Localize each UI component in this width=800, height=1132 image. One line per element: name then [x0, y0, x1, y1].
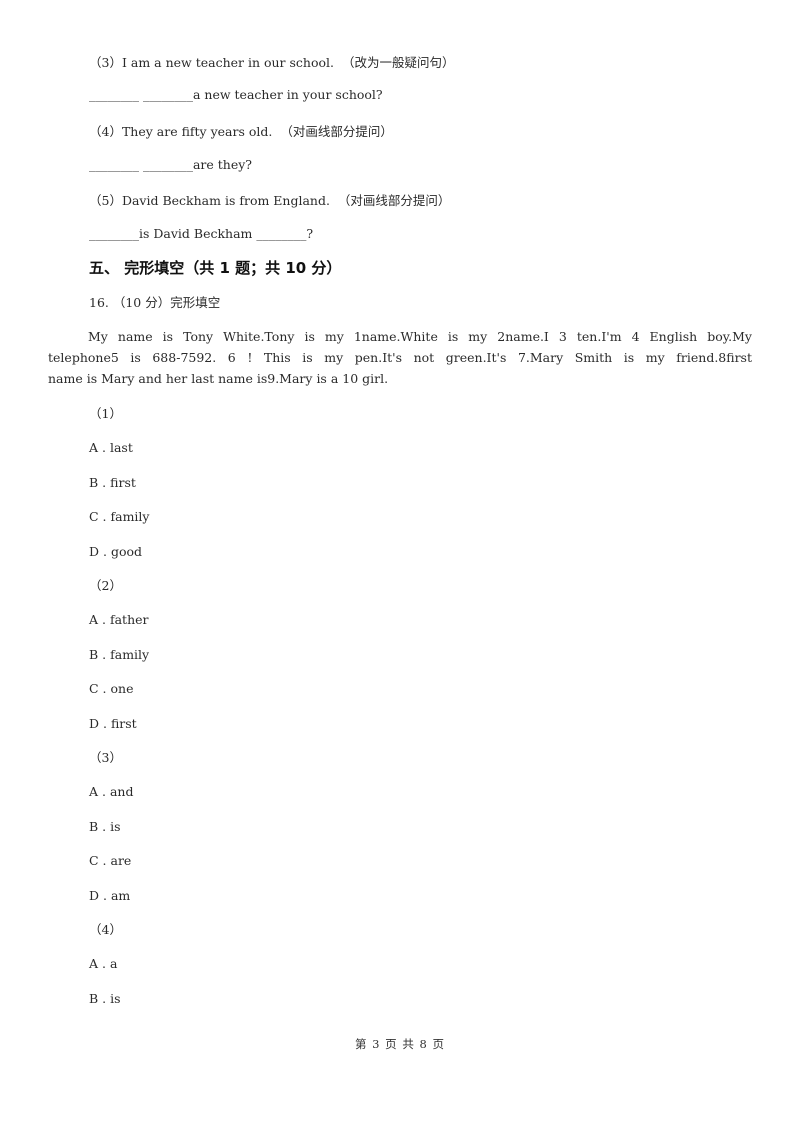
- option-letter: D .: [89, 716, 107, 731]
- option-letter: D .: [89, 888, 107, 903]
- option-text: first: [110, 475, 136, 490]
- rewrite-item-5-prompt: （5）David Beckham is from England. （对画线部分…: [89, 193, 451, 208]
- option-letter: A .: [89, 784, 106, 799]
- option-letter: A .: [89, 612, 106, 627]
- option-letter: B .: [89, 475, 107, 490]
- option-letter: A .: [89, 440, 106, 455]
- option-d[interactable]: D . am: [89, 888, 130, 903]
- option-b[interactable]: B . is: [89, 991, 121, 1006]
- subquestion-number: （3）: [89, 750, 122, 765]
- option-a[interactable]: A . father: [89, 612, 149, 627]
- option-letter: C .: [89, 509, 107, 524]
- option-text: father: [109, 612, 149, 627]
- option-letter: B .: [89, 647, 107, 662]
- rewrite-item-4-answer: ________ ________are they?: [89, 157, 253, 172]
- option-c[interactable]: C . one: [89, 681, 133, 696]
- option-text: a: [109, 956, 118, 971]
- option-text: one: [110, 681, 134, 696]
- option-text: is: [110, 991, 121, 1006]
- option-text: are: [110, 853, 132, 868]
- option-text: and: [109, 784, 134, 799]
- option-text: first: [110, 716, 137, 731]
- section-heading: 五、 完形填空（共 1 题；共 10 分）: [89, 259, 342, 277]
- option-text: good: [110, 544, 143, 559]
- rewrite-item-4-prompt: （4）They are fifty years old. （对画线部分提问）: [89, 124, 393, 139]
- subquestion-number: （2）: [89, 578, 122, 593]
- passage-line: My name is Tony White.Tony is my 1name.W…: [88, 329, 752, 344]
- option-letter: C .: [89, 853, 107, 868]
- subquestion-number: （4）: [89, 922, 122, 937]
- passage-line: telephone5 is 688-7592. 6 ! This is my p…: [48, 350, 752, 365]
- option-letter: C .: [89, 681, 107, 696]
- page-indicator: 第 3 页 共 8 页: [355, 1037, 445, 1051]
- option-c[interactable]: C . are: [89, 853, 131, 868]
- option-a[interactable]: A . a: [89, 956, 117, 971]
- option-a[interactable]: A . and: [89, 784, 133, 799]
- option-d[interactable]: D . first: [89, 716, 137, 731]
- question-label: 16. （10 分）完形填空: [89, 295, 221, 310]
- option-b[interactable]: B . family: [89, 647, 149, 662]
- passage-line: name is Mary and her last name is9.Mary …: [48, 371, 389, 386]
- option-c[interactable]: C . family: [89, 509, 150, 524]
- option-letter: A .: [89, 956, 106, 971]
- option-b[interactable]: B . first: [89, 475, 136, 490]
- option-d[interactable]: D . good: [89, 544, 142, 559]
- option-text: last: [109, 440, 133, 455]
- option-letter: D .: [89, 544, 107, 559]
- option-text: am: [110, 888, 131, 903]
- option-text: family: [110, 647, 150, 662]
- rewrite-item-5-answer: ________is David Beckham ________?: [89, 226, 314, 241]
- subquestion-number: （1）: [89, 406, 122, 421]
- option-letter: B .: [89, 991, 107, 1006]
- cloze-passage: My name is Tony White.Tony is my 1name.W…: [48, 326, 752, 389]
- option-a[interactable]: A . last: [89, 440, 133, 455]
- option-text: is: [110, 819, 121, 834]
- option-text: family: [110, 509, 150, 524]
- option-letter: B .: [89, 819, 107, 834]
- rewrite-item-3-prompt: （3）I am a new teacher in our school. （改为…: [89, 55, 455, 70]
- option-b[interactable]: B . is: [89, 819, 121, 834]
- rewrite-item-3-answer: ________ ________a new teacher in your s…: [89, 87, 383, 102]
